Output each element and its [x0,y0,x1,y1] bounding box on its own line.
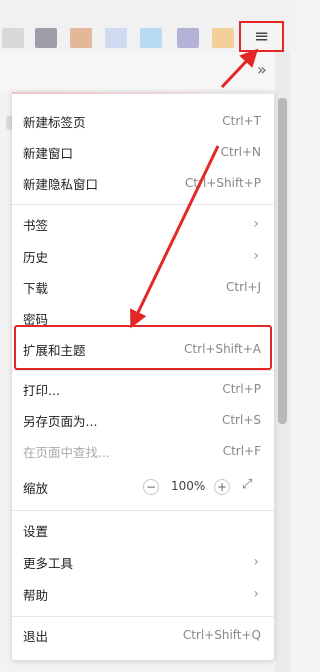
menu-item-new-tab[interactable]: 新建标签页 Ctrl+T [12,105,274,137]
chevron-right-icon: › [253,554,259,570]
hamburger-icon: ≡ [253,26,270,47]
menu-item-passwords[interactable]: 密码 [12,302,274,334]
plus-icon: + [216,480,228,494]
menu-separator [12,616,274,617]
zoom-in-button[interactable]: + [214,479,230,495]
menu-item-settings[interactable]: 设置 [12,514,274,546]
menu-item-save-page-as[interactable]: 另存页面为... Ctrl+S [12,404,274,436]
hamburger-menu-button[interactable]: ≡ [239,21,284,52]
menu-item-new-window[interactable]: 新建窗口 Ctrl+N [12,136,274,168]
menu-item-downloads[interactable]: 下载 Ctrl+J [12,271,274,303]
overflow-chevron-icon[interactable]: » [257,60,267,79]
menu-item-extensions-themes[interactable]: 扩展和主题 Ctrl+Shift+A [12,333,274,365]
menu-item-shortcut: Ctrl+N [220,145,261,159]
menu-item-quit[interactable]: 退出 Ctrl+Shift+Q [12,619,274,651]
zoom-out-button[interactable]: − [143,479,159,495]
menu-item-print[interactable]: 打印... Ctrl+P [12,373,274,405]
menu-item-shortcut: Ctrl+P [222,382,261,396]
menu-separator [12,204,274,205]
fullscreen-icon[interactable]: ⤢ [242,477,252,492]
scrollbar-thumb[interactable] [278,98,287,424]
menu-item-shortcut: Ctrl+Shift+A [184,342,261,356]
minus-icon: − [145,480,157,494]
menu-item-shortcut: Ctrl+S [221,413,261,427]
menu-item-shortcut: Ctrl+Shift+Q [182,628,261,642]
blurred-toolbar-icon[interactable] [70,28,92,48]
bookmarks-bar [0,52,275,130]
menu-item-label: 帮助 [23,587,49,603]
menu-item-history[interactable]: 历史 › [12,240,274,272]
menu-separator [12,370,274,371]
menu-item-shortcut: Ctrl+T [222,114,261,128]
page-scrollbar[interactable] [275,52,290,672]
menu-accent-line [12,92,274,94]
app-menu-panel: 新建标签页 Ctrl+T 新建窗口 Ctrl+N 新建隐私窗口 Ctrl+Shi… [12,92,274,660]
zoom-level: 100% [171,479,206,493]
blurred-toolbar-icon[interactable] [177,28,199,48]
menu-item-label: 书签 [23,217,49,233]
chevron-right-icon: › [253,586,259,602]
menu-item-shortcut: Ctrl+F [222,444,261,458]
menu-item-label: 设置 [23,523,49,539]
menu-item-new-private-window[interactable]: 新建隐私窗口 Ctrl+Shift+P [12,167,274,199]
menu-item-shortcut: Ctrl+J [226,280,261,294]
menu-item-label: 历史 [23,249,49,265]
blurred-toolbar-icon[interactable] [35,28,57,48]
menu-item-bookmarks[interactable]: 书签 › [12,208,274,240]
blurred-toolbar-icon[interactable] [105,28,127,48]
menu-item-help[interactable]: 帮助 › [12,578,274,610]
chevron-right-icon: › [253,216,259,232]
menu-item-find-in-page[interactable]: 在页面中查找... Ctrl+F [12,435,274,467]
menu-item-label: 密码 [23,311,49,327]
menu-item-more-tools[interactable]: 更多工具 › [12,546,274,578]
menu-item-label: 更多工具 [23,555,74,571]
blurred-toolbar-icon[interactable] [2,28,24,48]
blurred-toolbar-icon[interactable] [212,28,234,48]
chevron-right-icon: › [253,248,259,264]
menu-separator [12,510,274,511]
menu-item-shortcut: Ctrl+Shift+P [185,176,261,190]
blurred-toolbar-icon[interactable] [140,28,162,48]
